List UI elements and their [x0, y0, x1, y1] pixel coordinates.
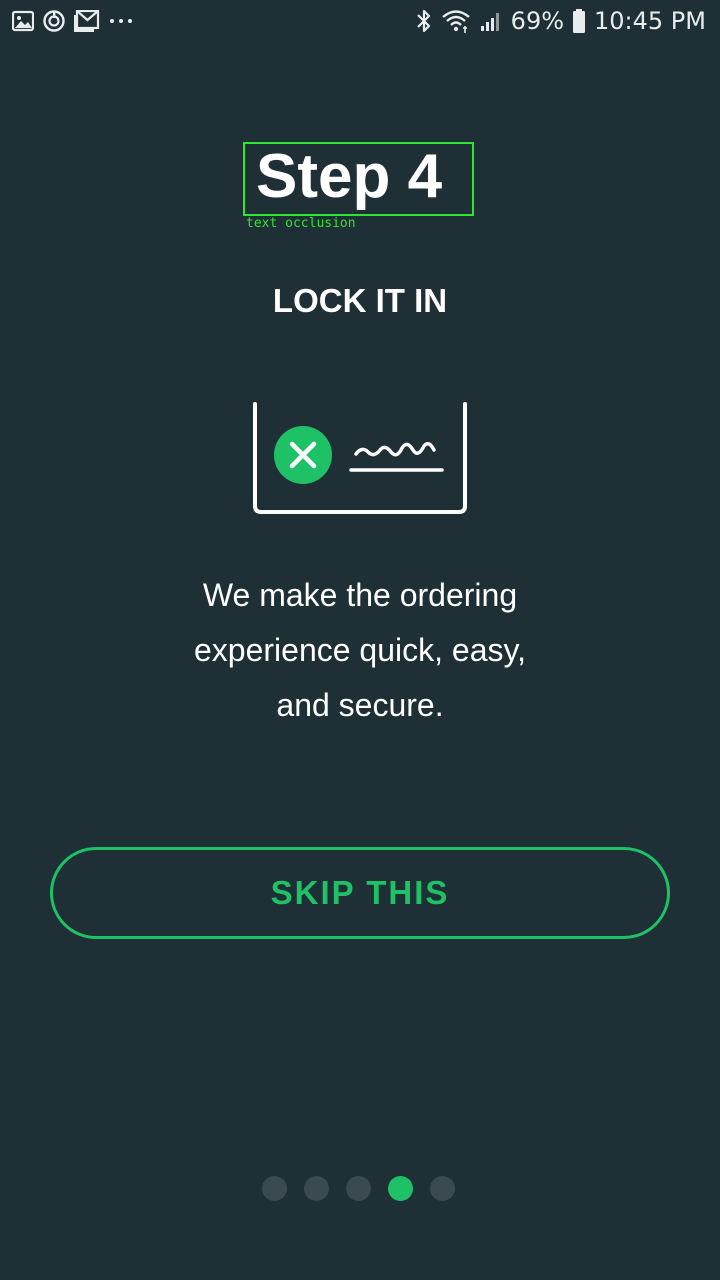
- subtitle: LOCK IT IN: [272, 282, 448, 319]
- page-dot-2[interactable]: [304, 1176, 329, 1201]
- signal-icon: [479, 9, 503, 33]
- description: We make the ordering experience quick, e…: [130, 568, 590, 733]
- occlusion-box: [243, 142, 474, 216]
- status-left-icons: [12, 9, 134, 33]
- image-icon: [12, 10, 34, 32]
- wifi-icon: [441, 8, 471, 34]
- skip-button[interactable]: SKIP THIS: [50, 847, 670, 939]
- sync-icon: [42, 9, 66, 33]
- status-time: 10:45 PM: [594, 7, 706, 35]
- page-dot-5[interactable]: [430, 1176, 455, 1201]
- description-line-2: experience quick, easy,: [193, 632, 527, 668]
- description-line-1: We make the ordering: [202, 577, 518, 613]
- description-line-3: and secure.: [276, 687, 444, 723]
- page-dot-4[interactable]: [388, 1176, 413, 1201]
- page-indicator: [262, 1176, 455, 1202]
- status-right-icons: 69% 10:45 PM: [415, 6, 706, 36]
- secure-checkout-illustration: [250, 400, 470, 518]
- battery-percent: 69%: [510, 7, 565, 35]
- bluetooth-icon: [415, 8, 433, 34]
- close-circle-icon: [274, 426, 332, 484]
- status-bar: 69% 10:45 PM: [0, 0, 720, 44]
- gmail-icon: [74, 10, 100, 32]
- page-dot-3[interactable]: [346, 1176, 371, 1201]
- signature-icon: [349, 442, 444, 472]
- more-icon: [108, 10, 134, 32]
- battery-icon: [572, 8, 586, 34]
- page-dot-1[interactable]: [262, 1176, 287, 1201]
- occlusion-label: text occlusion: [246, 216, 356, 231]
